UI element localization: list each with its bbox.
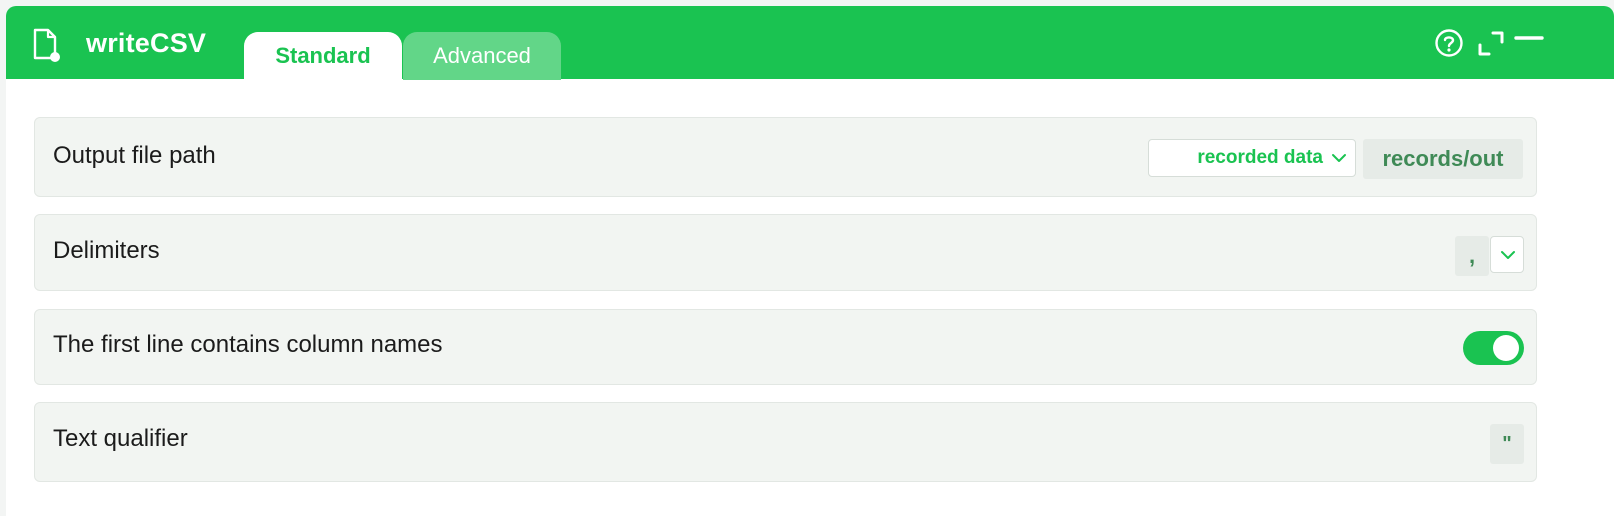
chevron-down-icon (1501, 251, 1515, 259)
file-icon (33, 28, 60, 62)
delimiter-value[interactable]: , (1455, 236, 1489, 276)
header-row-label: The first line contains column names (53, 331, 443, 358)
tab-standard[interactable]: Standard (244, 32, 402, 80)
delimiters-row: Delimiters , (34, 214, 1537, 291)
tab-advanced[interactable]: Advanced (403, 32, 561, 80)
writecsv-panel: writeCSV Standard Advanced Output file p… (6, 6, 1614, 516)
output-path-value[interactable]: records/out (1363, 139, 1523, 179)
delimiters-label: Delimiters (53, 237, 160, 264)
source-select-value: recorded data (1197, 147, 1323, 168)
source-select[interactable]: recorded data (1148, 139, 1356, 177)
help-icon[interactable] (1434, 28, 1464, 58)
panel-title: writeCSV (86, 28, 207, 58)
panel-header: writeCSV Standard Advanced (6, 6, 1614, 80)
chevron-down-icon (1332, 154, 1346, 162)
minimize-icon[interactable] (1514, 28, 1544, 58)
delimiter-dropdown[interactable] (1490, 236, 1524, 273)
output-path-row: Output file path recorded data records/o… (34, 117, 1537, 197)
toggle-knob (1493, 335, 1519, 361)
text-qualifier-value[interactable]: " (1490, 424, 1524, 464)
header-row-setting: The first line contains column names (34, 309, 1537, 385)
text-qualifier-label: Text qualifier (53, 425, 188, 452)
text-qualifier-row: Text qualifier " (34, 402, 1537, 482)
output-path-label: Output file path (53, 142, 216, 169)
expand-icon[interactable] (1476, 28, 1506, 58)
header-row-toggle[interactable] (1463, 331, 1524, 365)
